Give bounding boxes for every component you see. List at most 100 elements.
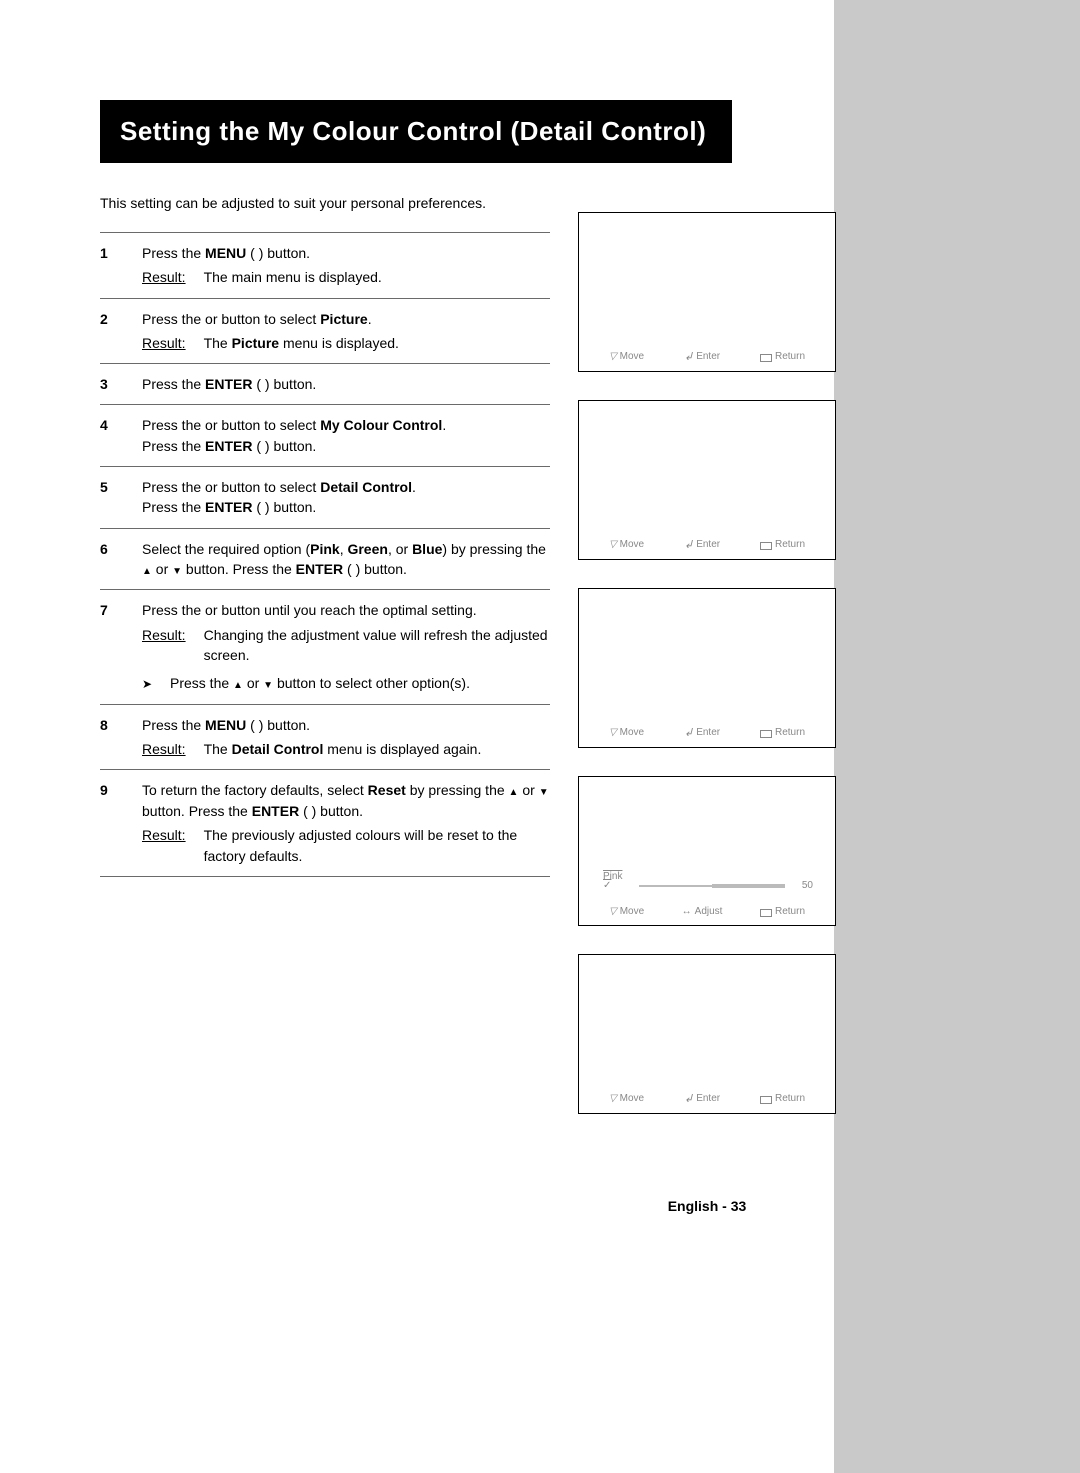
- arrow-down-icon: [263, 675, 273, 691]
- option-reset: Reset: [368, 782, 406, 798]
- enter-button-label: ENTER: [205, 438, 252, 454]
- option-detail-control: Detail Control: [320, 479, 412, 495]
- result-label: Result:: [142, 625, 186, 666]
- note-text: Press the: [170, 675, 233, 691]
- osd-slider-value: 50: [802, 880, 813, 891]
- section-title-bar: Setting the My Colour Control (Detail Co…: [100, 100, 732, 163]
- osd-hint-move: Move: [620, 727, 644, 738]
- step-text: Press the: [142, 499, 205, 515]
- result-text: The Detail Control menu is displayed aga…: [204, 739, 550, 759]
- step-body: Press the MENU ( ) button. Result: The m…: [142, 243, 550, 288]
- step-text: Press the or button to select: [142, 311, 320, 327]
- result-label: Result:: [142, 267, 186, 287]
- page: Setting the My Colour Control (Detail Co…: [0, 0, 1080, 1473]
- step-text: ) by pressing the: [442, 541, 546, 557]
- step-body: Press the or button to select Detail Con…: [142, 477, 550, 518]
- osd-hint-bar: Move Enter Return: [589, 350, 825, 363]
- step-text: Press the or button to select: [142, 417, 320, 433]
- result-text: The: [204, 741, 232, 757]
- step-text: button. Press the: [182, 561, 296, 577]
- osd-hint-adjust: Adjust: [695, 906, 723, 917]
- steps-list: 1 Press the MENU ( ) button. Result: The…: [100, 232, 550, 877]
- return-icon: [760, 354, 772, 362]
- option-blue: Blue: [412, 541, 442, 557]
- step-number: 2: [100, 309, 120, 354]
- step-text: ( ) button.: [252, 376, 316, 392]
- page-footer: English - 33: [578, 1198, 836, 1214]
- osd-hint-bar: Move Adjust Return: [589, 906, 825, 917]
- result-label: Result:: [142, 825, 186, 866]
- step-row: 3 Press the ENTER ( ) button.: [100, 364, 550, 405]
- page-margin: [834, 0, 1080, 1473]
- step-text: ( ) button.: [252, 438, 316, 454]
- result-text: Changing the adjustment value will refre…: [204, 625, 550, 666]
- step-text: Press the or button to select: [142, 479, 320, 495]
- osd-hint-return: Return: [775, 906, 805, 917]
- return-icon: [760, 1096, 772, 1104]
- step-text: Press the: [142, 717, 205, 733]
- menu-button-label: MENU: [205, 245, 246, 261]
- option-my-colour-control: My Colour Control: [320, 417, 442, 433]
- note-text: Press the or button to select other opti…: [170, 673, 470, 694]
- osd-hint-return: Return: [775, 1093, 805, 1104]
- result-text: menu is displayed.: [279, 335, 399, 351]
- result-text: The Picture menu is displayed.: [204, 333, 550, 353]
- return-icon: [760, 909, 772, 917]
- result-text: The previously adjusted colours will be …: [204, 825, 550, 866]
- move-icon: [609, 539, 617, 550]
- enter-button-label: ENTER: [252, 803, 299, 819]
- step-text: by pressing the: [406, 782, 509, 798]
- option-green: Green: [347, 541, 387, 557]
- step-body: Press the or button to select Picture. R…: [142, 309, 550, 354]
- intro-text: This setting can be adjusted to suit you…: [100, 195, 486, 211]
- step-text: ( ) button.: [246, 245, 310, 261]
- step-number: 5: [100, 477, 120, 518]
- osd-hint-return: Return: [775, 727, 805, 738]
- option-detail-control: Detail Control: [232, 741, 324, 757]
- arrow-up-icon: [142, 561, 152, 577]
- step-row: 5 Press the or button to select Detail C…: [100, 467, 550, 529]
- note-arrow-icon: [142, 673, 158, 694]
- result-text: The main menu is displayed.: [204, 267, 550, 287]
- step-text: ( ) button.: [299, 803, 363, 819]
- osd-panel: Move Enter Return: [578, 588, 836, 748]
- osd-hint-move: Move: [620, 906, 644, 917]
- osd-hint-enter: Enter: [696, 727, 720, 738]
- arrow-up-icon: [509, 782, 519, 798]
- step-number: 9: [100, 780, 120, 865]
- step-text: ( ) button.: [343, 561, 407, 577]
- arrow-down-icon: [172, 561, 182, 577]
- step-number: 8: [100, 715, 120, 760]
- return-icon: [760, 730, 772, 738]
- move-icon: [609, 906, 617, 917]
- step-text: Press the: [142, 245, 205, 261]
- osd-hint-bar: Move Enter Return: [589, 1092, 825, 1105]
- step-row: 4 Press the or button to select My Colou…: [100, 405, 550, 467]
- step-row: 8 Press the MENU ( ) button. Result: The…: [100, 705, 550, 771]
- step-text: To return the factory defaults, select: [142, 782, 368, 798]
- step-number: 6: [100, 539, 120, 580]
- step-row: 2 Press the or button to select Picture.…: [100, 299, 550, 365]
- move-icon: [609, 727, 617, 738]
- result-label: Result:: [142, 739, 186, 759]
- step-row: 6 Select the required option (Pink, Gree…: [100, 529, 550, 591]
- osd-panel: Move Enter Return: [578, 212, 836, 372]
- return-icon: [760, 542, 772, 550]
- step-body: Select the required option (Pink, Green,…: [142, 539, 550, 580]
- enter-icon: [684, 350, 693, 363]
- osd-panel-adjust: Pink 50 Move Adjust Return: [578, 776, 836, 926]
- arrow-down-icon: [539, 782, 549, 798]
- result-text: The: [204, 335, 232, 351]
- step-body: Press the or button until you reach the …: [142, 600, 550, 693]
- osd-hint-return: Return: [775, 351, 805, 362]
- step-text: Press the: [142, 438, 205, 454]
- osd-hint-move: Move: [620, 1093, 644, 1104]
- step-body: Press the MENU ( ) button. Result: The D…: [142, 715, 550, 760]
- osd-hint-bar: Move Enter Return: [589, 538, 825, 551]
- osd-hint-move: Move: [620, 539, 644, 550]
- option-picture: Picture: [320, 311, 367, 327]
- osd-hint-enter: Enter: [696, 351, 720, 362]
- step-body: To return the factory defaults, select R…: [142, 780, 550, 865]
- adjust-icon: [682, 906, 692, 917]
- step-text: or: [152, 561, 172, 577]
